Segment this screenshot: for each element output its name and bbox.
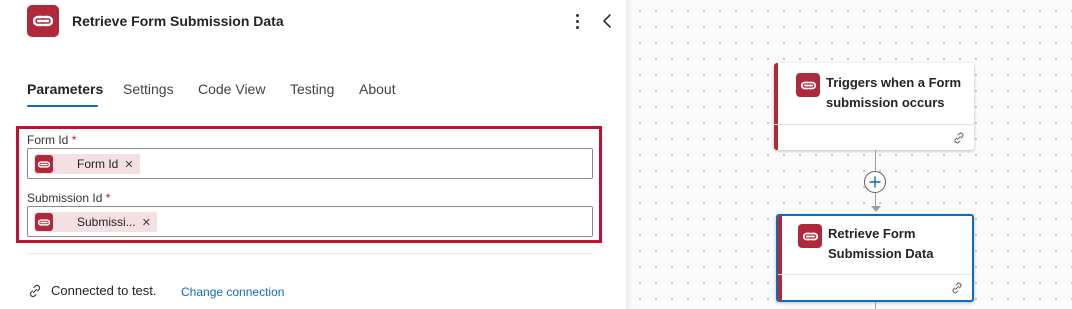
designer-canvas[interactable]: Triggers when a Form submission occurs R… xyxy=(626,0,1072,309)
connector-logo-icon xyxy=(35,155,53,173)
more-vertical-icon[interactable] xyxy=(570,10,584,32)
link-icon xyxy=(954,132,964,144)
remove-token-icon[interactable]: ✕ xyxy=(142,216,151,229)
tab-parameters[interactable]: Parameters xyxy=(27,80,103,98)
required-mark: * xyxy=(105,191,111,205)
connector-logo-icon xyxy=(798,224,822,248)
remove-token-icon[interactable]: ✕ xyxy=(124,158,133,171)
details-panel: Retrieve Form Submission Data Parameters… xyxy=(0,0,626,309)
card-footer xyxy=(774,124,974,150)
submission-id-label: Submission Id * xyxy=(27,191,110,205)
tab-about[interactable]: About xyxy=(359,80,396,98)
connector-line xyxy=(875,193,876,207)
card-title: Triggers when a Form submission occurs xyxy=(826,75,962,110)
form-id-label-text: Form Id xyxy=(27,133,69,147)
token-label: Form Id xyxy=(77,157,119,171)
trigger-card[interactable]: Triggers when a Form submission occurs xyxy=(774,63,974,150)
submission-id-label-text: Submission Id xyxy=(27,191,103,205)
plus-icon xyxy=(869,176,881,188)
chevron-left-icon[interactable] xyxy=(600,12,614,30)
form-id-token[interactable]: Form Id ✕ xyxy=(34,154,140,174)
link-icon xyxy=(29,284,41,298)
card-title: Retrieve Form Submission Data xyxy=(828,226,934,261)
action-card-selected[interactable]: Retrieve Form Submission Data xyxy=(776,214,974,302)
connector-line xyxy=(875,302,876,309)
form-id-label: Form Id * xyxy=(27,133,76,147)
connection-status: Connected to test. xyxy=(51,283,157,298)
form-id-field[interactable]: Form Id ✕ xyxy=(27,148,593,179)
card-footer xyxy=(778,274,972,300)
submission-id-token[interactable]: Submissi... ✕ xyxy=(34,212,157,232)
connector-line xyxy=(875,150,876,171)
connector-logo-icon xyxy=(796,73,820,97)
token-label: Submissi... xyxy=(77,215,136,229)
connector-logo-icon xyxy=(35,213,53,231)
active-tab-indicator xyxy=(27,105,98,107)
panel-title: Retrieve Form Submission Data xyxy=(72,13,284,29)
link-icon xyxy=(952,282,962,294)
tab-code-view[interactable]: Code View xyxy=(198,80,265,98)
divider xyxy=(27,253,593,254)
tab-settings[interactable]: Settings xyxy=(123,80,174,98)
change-connection-link[interactable]: Change connection xyxy=(181,284,284,300)
add-action-button[interactable] xyxy=(864,171,886,193)
tab-testing[interactable]: Testing xyxy=(290,80,334,98)
arrow-down-icon xyxy=(871,206,881,212)
submission-id-field[interactable]: Submissi... ✕ xyxy=(27,206,593,237)
connector-logo-icon xyxy=(27,5,59,37)
required-mark: * xyxy=(71,133,77,147)
